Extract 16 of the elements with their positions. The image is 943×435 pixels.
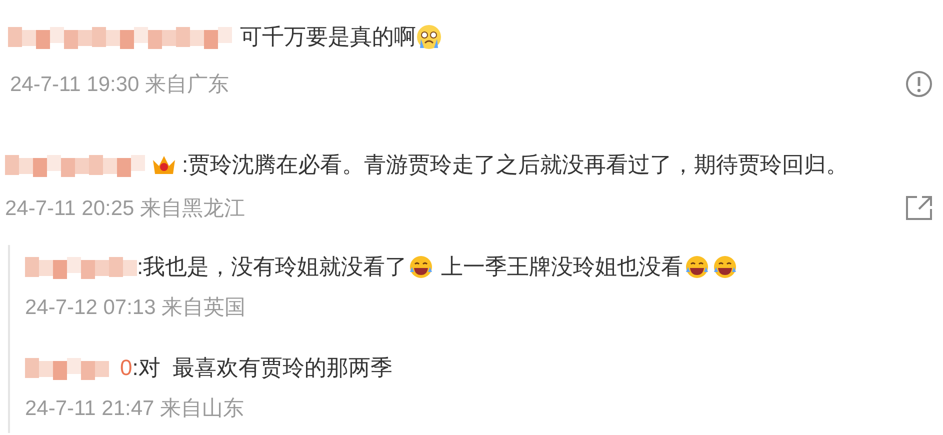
comment-meta: 24-7-12 07:13 来自英国: [25, 296, 246, 319]
report-icon[interactable]: [905, 70, 933, 98]
comment-meta: 24-7-11 21:47 来自山东: [25, 397, 244, 420]
laughing-emoji-icon: [409, 255, 434, 279]
share-icon[interactable]: [905, 195, 933, 221]
comment-meta: 24-7-11 19:30 来自广东: [10, 74, 230, 94]
comment-text: :对 最喜欢有贾玲的那两季: [132, 357, 393, 379]
comment-text: :贾玲沈腾在必看。青游贾玲走了之后就没再看过了，期待贾玲回归。: [182, 154, 848, 176]
comment-meta: 24-7-11 20:25 来自黑龙江: [5, 198, 246, 218]
comment-text: 上一季王牌没玲姐也没看: [440, 256, 684, 278]
crying-emoji-icon: [416, 24, 442, 50]
laughing-emoji-icon: [713, 255, 738, 279]
user-name[interactable]: 0: [120, 357, 132, 379]
laughing-emoji-icon: [685, 255, 710, 279]
comment-text: 可千万要是真的啊: [240, 26, 416, 48]
comment-text: :我也是，没有玲姐就没看了: [137, 256, 408, 278]
